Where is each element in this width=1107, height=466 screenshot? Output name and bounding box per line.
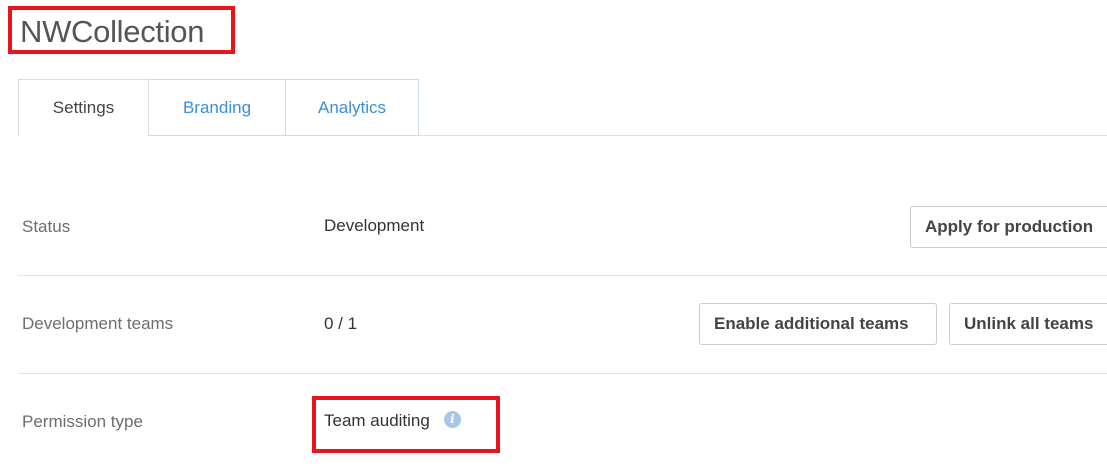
- unlink-all-teams-button[interactable]: Unlink all teams: [949, 303, 1107, 345]
- status-label: Status: [22, 217, 71, 236]
- status-value: Development: [324, 216, 425, 235]
- tab-settings[interactable]: Settings: [18, 79, 149, 137]
- app-settings-page: NWCollection Settings Branding Analytics…: [0, 0, 1107, 466]
- development-teams-row: Development teams 0 / 1 Enable additiona…: [20, 276, 1107, 374]
- title-highlight-box: [8, 6, 235, 54]
- permission-type-label: Permission type: [22, 412, 143, 431]
- permission-type-row: Permission type Team auditing i: [20, 374, 1107, 466]
- tab-analytics[interactable]: Analytics: [286, 79, 419, 136]
- development-teams-label: Development teams: [22, 314, 174, 333]
- permission-highlight-box: [312, 396, 500, 453]
- tab-bar: Settings Branding Analytics: [18, 79, 1107, 137]
- development-teams-value: 0 / 1: [324, 314, 358, 333]
- enable-additional-teams-button[interactable]: Enable additional teams: [699, 303, 937, 345]
- status-row: Status Development Apply for production: [20, 178, 1107, 276]
- tab-branding[interactable]: Branding: [149, 79, 286, 136]
- apply-for-production-button[interactable]: Apply for production: [910, 206, 1107, 248]
